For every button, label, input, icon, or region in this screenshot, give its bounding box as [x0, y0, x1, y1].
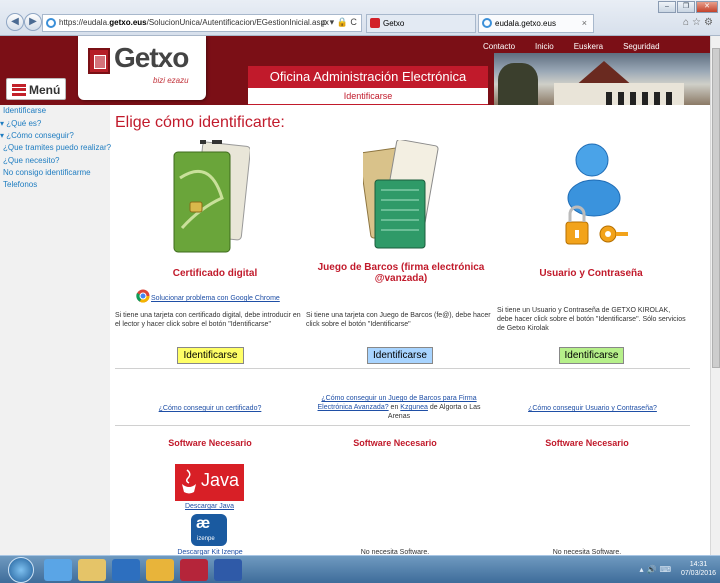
- izenpe-logo[interactable]: æ izenpe: [191, 514, 227, 546]
- windows-taskbar: ▴🔊⌨ 14:31 07/03/2016: [0, 555, 720, 583]
- vertical-scrollbar[interactable]: [710, 36, 720, 555]
- scrollbar-thumb[interactable]: [712, 48, 720, 368]
- office-banner: Oficina Administración Electrónica Ident…: [248, 66, 488, 105]
- card-desc-usuario: Si tiene un Usuario y Contraseña de GETX…: [497, 307, 686, 332]
- certificate-cards-image: [173, 140, 250, 253]
- system-tray-icons[interactable]: ▴🔊⌨: [639, 565, 674, 574]
- download-java-link[interactable]: Descargar Java: [175, 503, 244, 510]
- forward-button[interactable]: ▶: [24, 13, 42, 31]
- url-path: /SolucionUnica/Autentificacion/EGestionI…: [146, 18, 329, 27]
- how-certificado-link[interactable]: ¿Cómo conseguir un certificado?: [140, 404, 280, 413]
- chrome-fix-link[interactable]: Solucionar problema con Google Chrome: [151, 295, 280, 302]
- sidebar-item-identificarse[interactable]: Identificarse: [0, 105, 110, 117]
- close-window-button[interactable]: ✕: [696, 1, 718, 13]
- menu-button[interactable]: Menú: [6, 78, 66, 100]
- url-prefix: https://eudala.: [59, 18, 110, 27]
- software-title-usuario: Software Necesario: [545, 438, 629, 448]
- browser-right-icons[interactable]: ⌂☆⚙: [683, 17, 716, 28]
- site-header: Getxo bizi ezazu Menú Contacto Inicio Eu…: [0, 36, 710, 105]
- chrome-icon: [136, 289, 150, 303]
- clock-time: 14:31: [689, 561, 708, 568]
- tab-label: Getxo: [383, 19, 405, 28]
- clock[interactable]: 14:31 07/03/2016: [681, 560, 716, 578]
- sidebar-item-que-necesito[interactable]: ¿Que necesito?: [0, 155, 110, 167]
- ie-favicon-icon: [482, 18, 492, 28]
- logo-subtitle: bizi ezazu: [153, 76, 189, 85]
- nav-euskera[interactable]: Euskera: [574, 42, 603, 51]
- card-title-certificado: Certificado digital: [172, 268, 258, 279]
- ie-icon: [46, 18, 56, 28]
- nav-seguridad[interactable]: Seguridad: [623, 42, 659, 51]
- app-taskbar-icon[interactable]: [146, 559, 174, 581]
- start-button[interactable]: [8, 557, 34, 583]
- town-hall-photo: [494, 53, 710, 105]
- tab-getxo[interactable]: Getxo: [366, 14, 476, 33]
- close-tab-icon[interactable]: ×: [582, 15, 587, 32]
- software-title-certificado: Software Necesario: [168, 438, 252, 448]
- tab-label: eudala.getxo.eus: [495, 19, 556, 28]
- nav-inicio[interactable]: Inicio: [535, 42, 554, 51]
- minimize-button[interactable]: –: [658, 1, 676, 13]
- clock-date: 07/03/2016: [680, 570, 716, 577]
- sidebar: Identificarse ▾ ¿Qué es? ▾ ¿Cómo consegu…: [0, 105, 111, 555]
- getxo-seal-icon: [88, 48, 110, 74]
- izenpe-logo-text: izenpe: [197, 536, 215, 542]
- izenpe-ae-icon: æ: [196, 515, 211, 532]
- card-desc-certificado: Si tiene una tarjeta con certificado dig…: [115, 312, 301, 328]
- divider: [115, 368, 690, 369]
- browser-toolbar: ◀ ▶ https://eudala.getxo.eus/SolucionUni…: [0, 0, 720, 36]
- address-tools[interactable]: ρ ▾ 🔒 C: [322, 14, 357, 30]
- sidebar-item-telefonos[interactable]: Telefonos: [0, 179, 110, 191]
- nav-contacto[interactable]: Contacto: [483, 42, 515, 51]
- menu-label: Menú: [29, 83, 61, 97]
- tab-eudala[interactable]: eudala.getxo.eus ×: [478, 14, 594, 33]
- address-bar[interactable]: https://eudala.getxo.eus/SolucionUnica/A…: [42, 14, 362, 32]
- software-title-juego-barcos: Software Necesario: [353, 438, 437, 448]
- kzgunea-link[interactable]: Kzgunea: [400, 404, 428, 411]
- sidebar-item-no-consigo[interactable]: No consigo identificarme: [0, 167, 110, 179]
- card-desc-juego-barcos: Si tiene una tarjeta con Juego de Barcos…: [306, 312, 491, 328]
- chrome-taskbar-icon[interactable]: [112, 559, 140, 581]
- java-logo[interactable]: Java: [175, 464, 244, 501]
- office-subtitle: Identificarse: [248, 88, 488, 105]
- card-title-juego-barcos: Juego de Barcos (firma electrónica @vanz…: [317, 262, 485, 284]
- how-usuario-link[interactable]: ¿Cómo conseguir Usuario y Contraseña?: [515, 404, 670, 413]
- identificarse-usuario-button[interactable]: Identificarse: [559, 347, 624, 364]
- identificarse-juego-barcos-button[interactable]: Identificarse: [367, 347, 433, 364]
- hamburger-icon: [12, 84, 26, 96]
- user-password-image: [565, 143, 628, 245]
- how-en: en: [388, 404, 401, 411]
- sidebar-item-que-es[interactable]: ▾ ¿Qué es?: [0, 118, 110, 130]
- juego-barcos-cards-image: [363, 140, 439, 249]
- back-button[interactable]: ◀: [6, 13, 24, 31]
- java-logo-text: Java: [201, 470, 240, 490]
- explorer-taskbar-icon[interactable]: [78, 559, 106, 581]
- card-title-usuario: Usuario y Contraseña: [539, 268, 643, 279]
- page-title: Elige cómo identificarte:: [115, 114, 285, 131]
- identificarse-certificado-button[interactable]: Identificarse: [177, 347, 244, 364]
- getxo-taskbar-icon[interactable]: [180, 559, 208, 581]
- getxo-logo[interactable]: Getxo bizi ezazu: [78, 36, 206, 100]
- url-host: getxo.eus: [109, 18, 147, 27]
- java-cup-icon: [182, 469, 196, 494]
- top-nav: Contacto Inicio Euskera Seguridad: [483, 42, 680, 51]
- maximize-button[interactable]: ❐: [677, 1, 695, 13]
- ie-taskbar-icon[interactable]: [44, 559, 72, 581]
- office-title: Oficina Administración Electrónica: [248, 66, 488, 88]
- window-controls: – ❐ ✕: [657, 1, 718, 13]
- divider: [115, 425, 690, 426]
- logo-text: Getxo: [114, 42, 189, 73]
- how-juego-barcos-text: ¿Cómo conseguir un Juego de Barcos para …: [306, 394, 492, 421]
- getxo-favicon-icon: [370, 18, 380, 28]
- word-taskbar-icon[interactable]: [214, 559, 242, 581]
- sidebar-item-como-conseguir[interactable]: ▾ ¿Cómo conseguir?: [0, 130, 110, 142]
- sidebar-item-tramites[interactable]: ¿Que tramites puedo realizar?: [0, 142, 111, 154]
